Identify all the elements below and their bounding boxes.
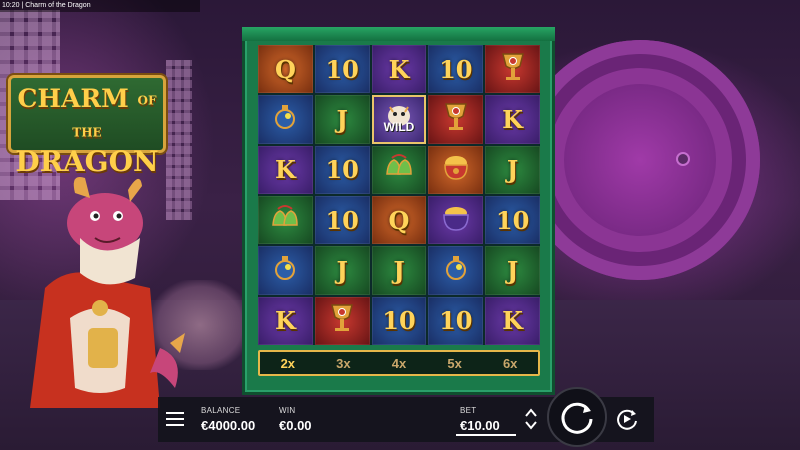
reel-cell <box>258 246 313 295</box>
game-logo: CHARM OF THE DRAGON <box>8 75 166 177</box>
reel-cell <box>371 145 427 194</box>
symbol-k: K <box>274 306 296 336</box>
logo-word-charm: CHARM <box>17 84 129 113</box>
reel-cell: 10 <box>428 45 484 94</box>
symbol-j: J <box>336 255 348 285</box>
reel-cell: 10 <box>314 45 370 94</box>
balance-label: BALANCE <box>201 406 241 415</box>
multiplier-4x: 4x <box>391 355 407 371</box>
spin-button[interactable] <box>547 387 607 447</box>
goblet-icon <box>441 101 471 138</box>
multiplier-2x: 2x <box>280 355 296 371</box>
reel-cell: K <box>485 95 540 144</box>
reel-frame-top <box>242 27 555 41</box>
symbol-j: J <box>506 155 519 185</box>
vault-bolt <box>676 152 690 166</box>
goblet-icon <box>327 302 357 339</box>
reel-cell: K <box>258 296 313 345</box>
window-title: 10:20 | Charm of the Dragon <box>0 0 200 12</box>
reel-cell: Q <box>371 195 427 245</box>
reel-cell <box>428 195 484 245</box>
reel-cell <box>428 145 484 194</box>
lantern-icon <box>270 101 300 138</box>
reel-cell: 10 <box>314 195 370 245</box>
symbol-10: 10 <box>439 54 473 84</box>
reel-cell: 10 <box>428 296 484 345</box>
multiplier-5x: 5x <box>447 355 462 371</box>
autoplay-icon <box>617 409 637 430</box>
coin-pot-icon <box>440 151 472 188</box>
win-label: WIN <box>279 406 296 415</box>
reel-cell: J <box>314 95 370 144</box>
lantern-icon <box>270 252 300 289</box>
symbol-k: K <box>502 104 524 134</box>
reel-cell <box>428 95 484 144</box>
symbol-j: J <box>336 104 348 134</box>
multiplier-6x: 6x <box>502 355 518 371</box>
symbol-10: 10 <box>325 54 359 84</box>
symbol-10: 10 <box>325 205 359 235</box>
lantern-icon <box>441 252 471 289</box>
autoplay-button[interactable] <box>612 404 642 434</box>
reel-cell: 10 <box>314 145 370 194</box>
reel-cell: K <box>258 145 313 194</box>
bells-icon <box>268 203 302 238</box>
hamburger-menu-icon[interactable] <box>160 402 190 436</box>
symbol-k: K <box>388 54 410 84</box>
reel-cell: J <box>314 246 370 295</box>
symbol-10: 10 <box>325 155 359 185</box>
reel-cell <box>258 195 313 245</box>
symbol-10: 10 <box>382 306 416 336</box>
symbol-j: J <box>393 255 405 285</box>
bet-display[interactable]: BET €10.00 <box>456 402 516 436</box>
win-value: €0.00 <box>279 418 312 433</box>
chevron-down-icon[interactable] <box>525 420 537 430</box>
symbol-j: J <box>506 255 519 285</box>
bells-icon <box>382 152 416 187</box>
bet-value: €10.00 <box>460 418 500 433</box>
cauldron-icon <box>440 202 472 239</box>
goblet-icon <box>498 51 528 88</box>
reel-cell: J <box>485 246 540 295</box>
reel-cell <box>485 45 540 94</box>
multiplier-3x: 3x <box>336 355 351 371</box>
bet-label: BET <box>460 406 477 415</box>
reel-cell <box>314 296 370 345</box>
wild-label: WILD <box>383 119 415 134</box>
reel-grid: Q 10 K 10 J WILD K K 10 J 10 Q 10 J J J K 10 10 K <box>258 45 540 345</box>
vault-door <box>520 40 760 280</box>
reel-cell: J <box>371 246 427 295</box>
symbol-k: K <box>274 155 296 185</box>
reel-cell <box>258 95 313 144</box>
symbol-10: 10 <box>439 306 473 336</box>
reel-cell: K <box>371 45 427 94</box>
symbol-q: Q <box>274 54 296 84</box>
reel-cell <box>428 246 484 295</box>
bet-stepper <box>518 402 544 436</box>
symbol-10: 10 <box>495 205 530 235</box>
spin-arrow-icon <box>561 402 593 434</box>
reel-cell: J <box>485 145 540 194</box>
reel-cell: K <box>485 296 540 345</box>
reel-cell: 10 <box>485 195 540 245</box>
reel-cell: WILD <box>371 95 427 144</box>
symbol-q: Q <box>388 205 410 235</box>
balance-value: €4000.00 <box>201 418 256 433</box>
dragon-mascot <box>30 177 185 408</box>
reel-cell: 10 <box>371 296 427 345</box>
chevron-up-icon[interactable] <box>525 408 537 418</box>
symbol-k: K <box>502 306 524 336</box>
reel-cell: Q <box>258 45 313 94</box>
multiplier-bar: 2x 3x 4x 5x 6x <box>258 350 540 376</box>
